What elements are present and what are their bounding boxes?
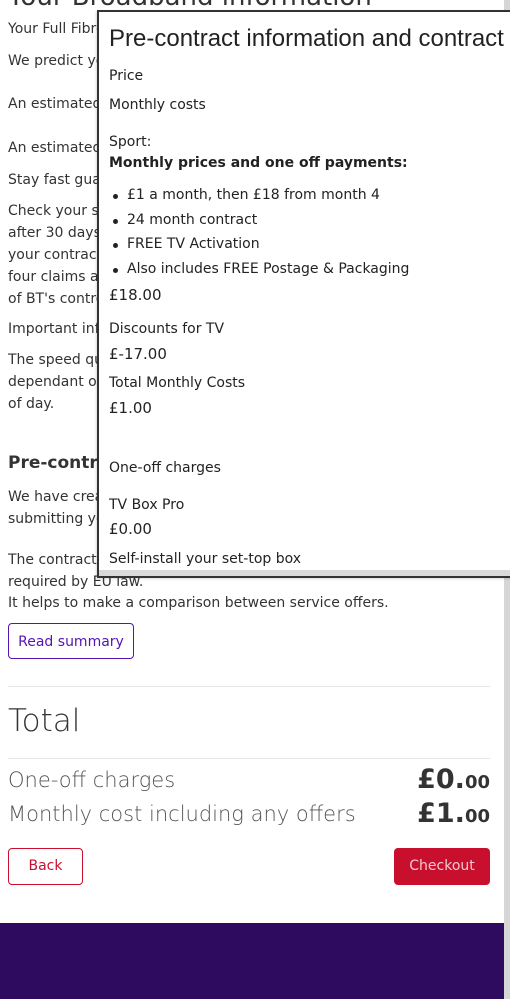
modal-title: Pre-contract information and contract su… xyxy=(109,25,510,52)
monthly-amount-pence: 00 xyxy=(464,806,490,827)
discounts-label: Discounts for TV xyxy=(109,321,225,337)
modal-scrollbar[interactable] xyxy=(99,570,510,576)
one-off-charges-label: One-off charges xyxy=(8,768,176,792)
precontract-modal: Pre-contract information and contract su… xyxy=(97,10,510,578)
monthly-amount-whole: £1. xyxy=(417,798,465,829)
divider xyxy=(8,686,490,687)
one-off-charges-amount: £0.00 xyxy=(417,764,490,795)
monthly-cost-label: Monthly cost including any offers xyxy=(8,802,356,826)
one-off-heading: One-off charges xyxy=(109,460,221,476)
discounts-value: £-17.00 xyxy=(109,345,167,363)
total-monthly-value: £1.00 xyxy=(109,399,152,417)
back-button[interactable]: Back xyxy=(8,848,83,885)
one-off-amount-whole: £0. xyxy=(417,764,465,795)
read-summary-button[interactable]: Read summary xyxy=(8,623,134,659)
total-title: Total xyxy=(8,703,81,739)
tv-box-value: £0.00 xyxy=(109,520,152,538)
divider xyxy=(8,758,490,759)
price-label: Price xyxy=(109,68,144,84)
speed-quote-text-3: of day. xyxy=(8,396,55,412)
tv-box-label: TV Box Pro xyxy=(109,497,185,513)
bullet-item: FREE TV Activation xyxy=(111,236,409,261)
sport-bullet-list: £1 a month, then £18 from month 4 24 mon… xyxy=(111,187,409,285)
bullet-item: £1 a month, then £18 from month 4 xyxy=(111,187,409,212)
sport-price: £18.00 xyxy=(109,286,162,304)
monthly-cost-amount: £1.00 xyxy=(417,798,490,829)
contract-summary-text-3: It helps to make a comparison between se… xyxy=(8,595,389,611)
checkout-button[interactable]: Checkout xyxy=(394,848,490,885)
full-fibre-text: Your Full Fibre xyxy=(8,21,105,37)
one-off-amount-pence: 00 xyxy=(464,772,490,793)
monthly-costs-label: Monthly costs xyxy=(109,97,206,113)
bullet-item: 24 month contract xyxy=(111,212,409,237)
monthly-prices-label: Monthly prices and one off payments: xyxy=(109,155,408,171)
bullet-item: Also includes FREE Postage & Packaging xyxy=(111,261,409,286)
sport-label: Sport: xyxy=(109,134,152,150)
footer xyxy=(0,923,504,999)
self-install-label: Self-install your set-top box xyxy=(109,551,302,567)
total-monthly-label: Total Monthly Costs xyxy=(109,375,246,391)
